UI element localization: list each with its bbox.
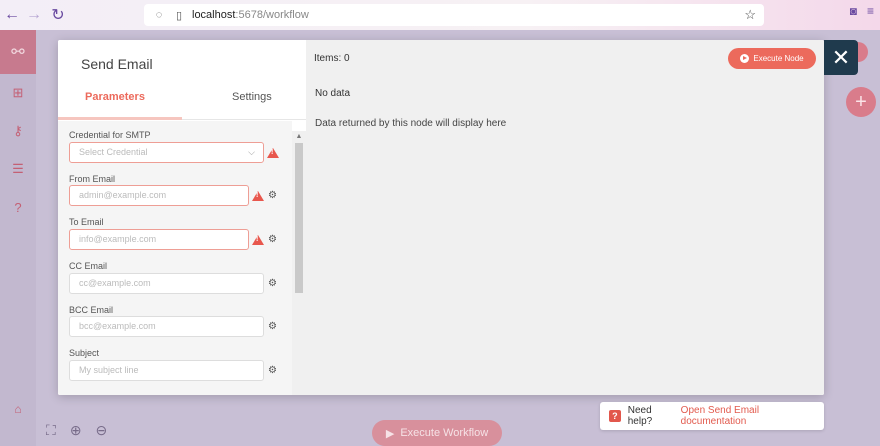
subject-field[interactable]: My subject line <box>69 360 264 381</box>
n8n-logo-icon[interactable]: ⚯ <box>0 30 36 74</box>
cc-email-label: CC Email <box>69 261 108 271</box>
no-data-description: Data returned by this node will display … <box>315 118 507 129</box>
chevron-down-icon: ⌵ <box>248 147 255 157</box>
node-header: Send Email Parameters Settings <box>58 40 306 120</box>
shield-icon: ◌ <box>155 9 163 21</box>
add-node-button[interactable]: + <box>846 87 876 117</box>
gears-icon[interactable]: ⚙ <box>268 278 277 289</box>
documentation-link[interactable]: Open Send Email documentation <box>681 405 824 427</box>
page-icon: ▯ <box>175 9 183 22</box>
fit-view-icon[interactable]: ⛶ <box>46 422 56 439</box>
to-email-field[interactable]: info@example.com <box>69 229 249 250</box>
subject-label: Subject <box>69 348 100 358</box>
back-arrow-icon[interactable]: ← <box>0 3 24 27</box>
active-tab-indicator <box>58 117 182 120</box>
node-details-modal: Send Email Parameters Settings Credentia… <box>58 40 824 395</box>
warning-icon: ! <box>252 191 264 201</box>
tab-parameters[interactable]: Parameters <box>85 91 145 103</box>
gears-icon[interactable]: ⚙ <box>268 190 277 201</box>
zoom-out-icon[interactable]: ⊖ <box>96 422 108 439</box>
parameters-list: Credential for SMTP Select Credential ⌵ … <box>58 121 292 395</box>
scroll-up-icon[interactable]: ▲ <box>292 131 306 141</box>
help-icon: ? <box>609 410 621 422</box>
zoom-controls: ⛶ ⊕ ⊖ <box>46 422 107 439</box>
workflow-icon[interactable]: ⊞ <box>0 74 36 112</box>
cc-email-field[interactable]: cc@example.com <box>69 273 264 294</box>
warning-icon: ! <box>267 148 279 158</box>
help-question-icon[interactable]: ? <box>0 188 36 226</box>
from-email-field[interactable]: admin@example.com <box>69 185 249 206</box>
help-box: ? Need help? Open Send Email documentati… <box>600 402 824 430</box>
help-prefix: Need help? <box>627 405 653 427</box>
parameters-pane: Send Email Parameters Settings Credentia… <box>58 40 306 395</box>
play-icon <box>740 54 750 63</box>
pocket-icon[interactable]: ◙ <box>850 4 857 18</box>
credential-label: Credential for SMTP <box>69 130 151 140</box>
address-bar[interactable]: ◌ ▯ localhost:5678/workflow ☆ <box>144 4 764 26</box>
bcc-email-label: BCC Email <box>69 305 114 315</box>
reload-icon[interactable]: ↻ <box>46 3 70 27</box>
execute-workflow-button[interactable]: ▶ Execute Workflow <box>372 420 502 446</box>
browser-actions: ◙ ≡ <box>850 4 874 18</box>
tab-settings[interactable]: Settings <box>232 91 272 103</box>
execute-workflow-label: Execute Workflow <box>400 427 489 439</box>
scroll-thumb[interactable] <box>295 143 303 293</box>
close-icon: ✕ <box>831 44 851 70</box>
zoom-in-icon[interactable]: ⊕ <box>70 422 82 439</box>
execute-node-label: Execute Node <box>753 54 804 63</box>
bcc-email-field[interactable]: bcc@example.com <box>69 316 264 337</box>
gears-icon[interactable]: ⚙ <box>268 365 277 376</box>
sidebar: ⚯ ⊞ ⚷ ☰ ? ⌂ <box>0 30 36 446</box>
no-data-title: No data <box>315 88 351 99</box>
url-host: localhost <box>192 9 236 21</box>
list-icon[interactable]: ☰ <box>0 150 36 188</box>
menu-icon[interactable]: ≡ <box>867 4 874 18</box>
play-icon: ▶ <box>385 427 395 440</box>
forward-arrow-icon[interactable]: → <box>22 3 46 27</box>
bookmark-star-icon[interactable]: ☆ <box>744 7 756 23</box>
parameters-scrollbar[interactable]: ▲ <box>292 131 306 395</box>
credential-select[interactable]: Select Credential ⌵ <box>69 142 264 163</box>
browser-toolbar: ← → ↻ ◌ ▯ localhost:5678/workflow ☆ ◙ ≡ <box>0 0 880 30</box>
to-email-label: To Email <box>69 217 104 227</box>
from-email-label: From Email <box>69 174 116 184</box>
output-pane: Items: 0 Execute Node No data Data retur… <box>306 40 824 395</box>
credential-placeholder: Select Credential <box>79 147 148 157</box>
execute-node-button[interactable]: Execute Node <box>728 48 816 69</box>
gears-icon[interactable]: ⚙ <box>268 321 277 332</box>
key-icon[interactable]: ⚷ <box>0 112 36 150</box>
close-modal-button[interactable]: ✕ <box>824 40 858 75</box>
items-count: Items: 0 <box>314 53 350 64</box>
home-icon[interactable]: ⌂ <box>0 402 36 416</box>
gears-icon[interactable]: ⚙ <box>268 234 277 245</box>
node-title[interactable]: Send Email <box>81 56 153 72</box>
url-path: :5678/workflow <box>235 9 309 21</box>
warning-icon: ! <box>252 235 264 245</box>
